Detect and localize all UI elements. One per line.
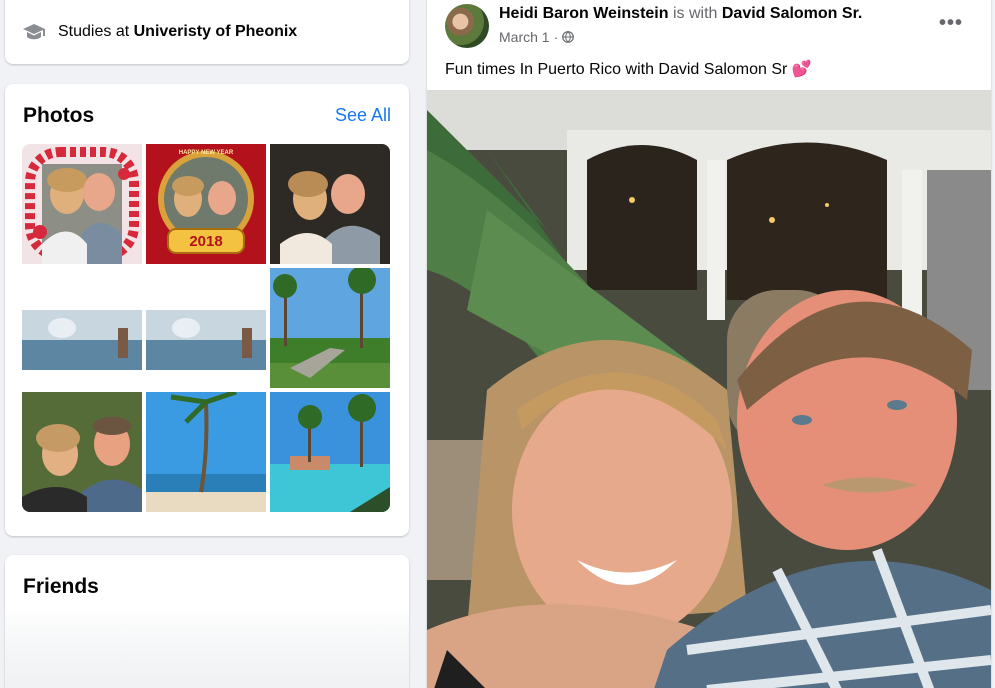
see-all-photos-link[interactable]: See All — [335, 105, 391, 126]
studies-school-link[interactable]: Univeristy of Pheonix — [134, 23, 298, 40]
friends-placeholder — [5, 605, 409, 688]
photo-thumbnail[interactable] — [270, 144, 390, 264]
globe-icon — [562, 31, 575, 43]
post-header: Heidi Baron Weinstein is with David Salo… — [499, 5, 862, 23]
year-2018-badge: 2018 — [189, 233, 223, 250]
caption-text: Fun times In Puerto Rico with David Salo… — [445, 61, 788, 78]
studies-text: Studies at Univeristy of Pheonix — [58, 23, 297, 41]
photo-thumbnail[interactable] — [270, 392, 390, 512]
post-photo[interactable] — [427, 90, 991, 688]
author-name-link[interactable]: Heidi Baron Weinstein — [499, 5, 669, 22]
intro-card: Studies at Univeristy of Pheonix — [5, 0, 409, 64]
post-caption: Fun times In Puerto Rico with David Salo… — [445, 59, 812, 79]
studies-prefix: Studies at — [58, 23, 130, 40]
photo-thumbnail[interactable] — [22, 392, 142, 512]
post-card: Heidi Baron Weinstein is with David Salo… — [427, 0, 991, 688]
more-options-icon[interactable]: ••• — [939, 12, 963, 35]
photo-grid: HAPPY NEW YEAR 2018 — [22, 144, 390, 512]
photo-thumbnail[interactable] — [146, 268, 266, 388]
photos-title[interactable]: Photos — [23, 104, 94, 128]
author-avatar[interactable] — [445, 4, 489, 48]
studies-row: Studies at Univeristy of Pheonix — [22, 20, 297, 44]
photo-thumbnail[interactable]: HAPPY NEW YEAR 2018 — [146, 144, 266, 264]
friends-card: Friends — [5, 555, 409, 688]
meta-separator: · — [553, 29, 559, 45]
photo-thumbnail[interactable] — [22, 268, 142, 388]
photos-card: Photos See All HAPPY NEW YEAR 2018 — [5, 84, 409, 536]
photo-thumbnail[interactable] — [22, 144, 142, 264]
tagged-person-link[interactable]: David Salomon Sr. — [722, 5, 862, 22]
graduation-cap-icon — [23, 24, 45, 40]
post-meta: March 1 · — [499, 29, 575, 45]
photo-thumbnail[interactable] — [146, 392, 266, 512]
new-year-label: HAPPY NEW YEAR — [178, 150, 234, 156]
friends-title[interactable]: Friends — [23, 575, 99, 599]
post-date[interactable]: March 1 — [499, 29, 550, 45]
with-text: is with — [672, 5, 718, 22]
photo-thumbnail[interactable] — [270, 268, 390, 388]
two-hearts-icon: 💕 — [791, 61, 812, 78]
